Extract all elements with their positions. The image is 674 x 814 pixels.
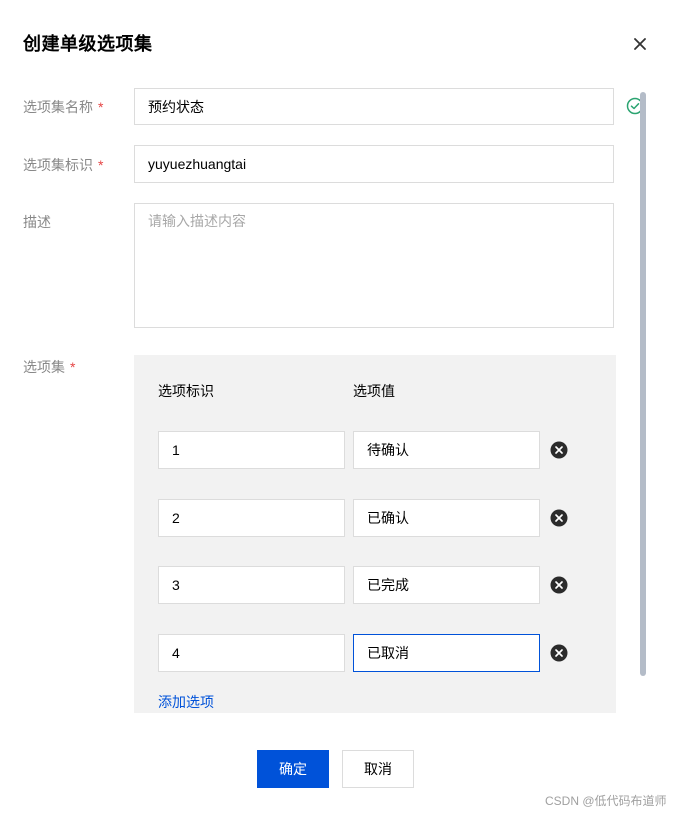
required-mark: *	[98, 157, 104, 173]
option-key-input[interactable]	[158, 566, 345, 604]
options-label: 选项集 *	[23, 357, 75, 377]
description-textarea[interactable]	[134, 203, 614, 328]
cancel-button[interactable]: 取消	[342, 750, 414, 788]
delete-option-icon[interactable]	[550, 576, 568, 594]
confirm-button[interactable]: 确定	[257, 750, 329, 788]
option-value-header: 选项值	[353, 383, 395, 399]
delete-option-icon[interactable]	[550, 509, 568, 527]
option-value-input[interactable]	[353, 566, 540, 604]
option-value-input-focused[interactable]	[353, 634, 540, 672]
key-label-text: 选项集标识	[23, 157, 93, 173]
delete-option-icon[interactable]	[550, 644, 568, 662]
option-key-input[interactable]	[158, 499, 345, 537]
add-option-link[interactable]: 添加选项	[158, 692, 214, 712]
options-label-text: 选项集	[23, 359, 65, 375]
dialog-title: 创建单级选项集	[23, 34, 153, 54]
name-label-text: 选项集名称	[23, 99, 93, 115]
watermark: CSDN @低代码布道师	[545, 794, 667, 808]
option-key-header: 选项标识	[158, 383, 214, 399]
option-set-key-input[interactable]	[134, 145, 614, 183]
required-mark: *	[70, 359, 76, 375]
scrollbar-thumb[interactable]	[640, 92, 646, 676]
key-label: 选项集标识 *	[23, 155, 103, 175]
option-value-input[interactable]	[353, 431, 540, 469]
create-option-set-dialog: 创建单级选项集 选项集名称 * 选项集标识 * 描述 选项集 * 选项标识 选项值	[0, 0, 674, 814]
option-key-input[interactable]	[158, 431, 345, 469]
desc-label: 描述	[23, 214, 51, 230]
option-key-input[interactable]	[158, 634, 345, 672]
option-value-input[interactable]	[353, 499, 540, 537]
option-set-name-input[interactable]	[134, 88, 614, 125]
close-icon[interactable]	[629, 33, 651, 55]
delete-option-icon[interactable]	[550, 441, 568, 459]
required-mark: *	[98, 99, 104, 115]
name-label: 选项集名称 *	[23, 97, 103, 117]
